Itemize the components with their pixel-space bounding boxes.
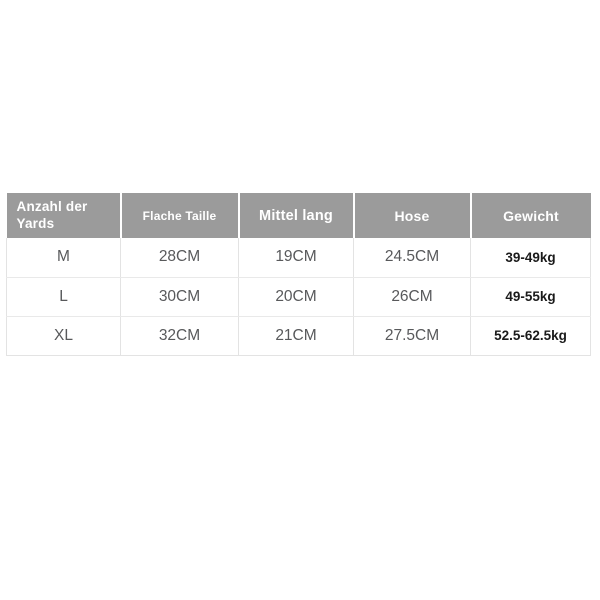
column-header-waist: Flache Taille [120, 193, 240, 238]
cell-pants: 24.5CM [353, 238, 471, 278]
table-body: M 28CM 19CM 24.5CM 39-49kg L 30CM 20CM 2… [6, 238, 591, 356]
cell-weight: 52.5-62.5kg [470, 316, 591, 356]
column-header-yards: Anzahl der Yards [6, 193, 122, 238]
column-header-mid-length: Mittel lang [238, 193, 355, 238]
cell-mid-length: 19CM [238, 238, 354, 278]
cell-mid-length: 21CM [238, 316, 354, 356]
size-chart-table: Anzahl der Yards Flache Taille Mittel la… [6, 193, 591, 356]
cell-pants: 27.5CM [353, 316, 471, 356]
column-header-pants: Hose [353, 193, 472, 238]
cell-pants: 26CM [353, 277, 471, 317]
cell-weight: 39-49kg [470, 238, 591, 278]
cell-mid-length: 20CM [238, 277, 354, 317]
cell-weight: 49-55kg [470, 277, 591, 317]
size-chart-container: Anzahl der Yards Flache Taille Mittel la… [6, 193, 591, 356]
table-row: L 30CM 20CM 26CM 49-55kg [6, 277, 591, 317]
cell-waist: 28CM [120, 238, 239, 278]
column-header-weight: Gewicht [470, 193, 591, 238]
cell-waist: 32CM [120, 316, 239, 356]
table-row: M 28CM 19CM 24.5CM 39-49kg [6, 238, 591, 278]
table-header: Anzahl der Yards Flache Taille Mittel la… [6, 193, 591, 238]
table-row: XL 32CM 21CM 27.5CM 52.5-62.5kg [6, 316, 591, 356]
cell-size: M [6, 238, 121, 278]
cell-size: L [6, 277, 121, 317]
table-header-row: Anzahl der Yards Flache Taille Mittel la… [6, 193, 591, 238]
cell-waist: 30CM [120, 277, 239, 317]
cell-size: XL [6, 316, 121, 356]
